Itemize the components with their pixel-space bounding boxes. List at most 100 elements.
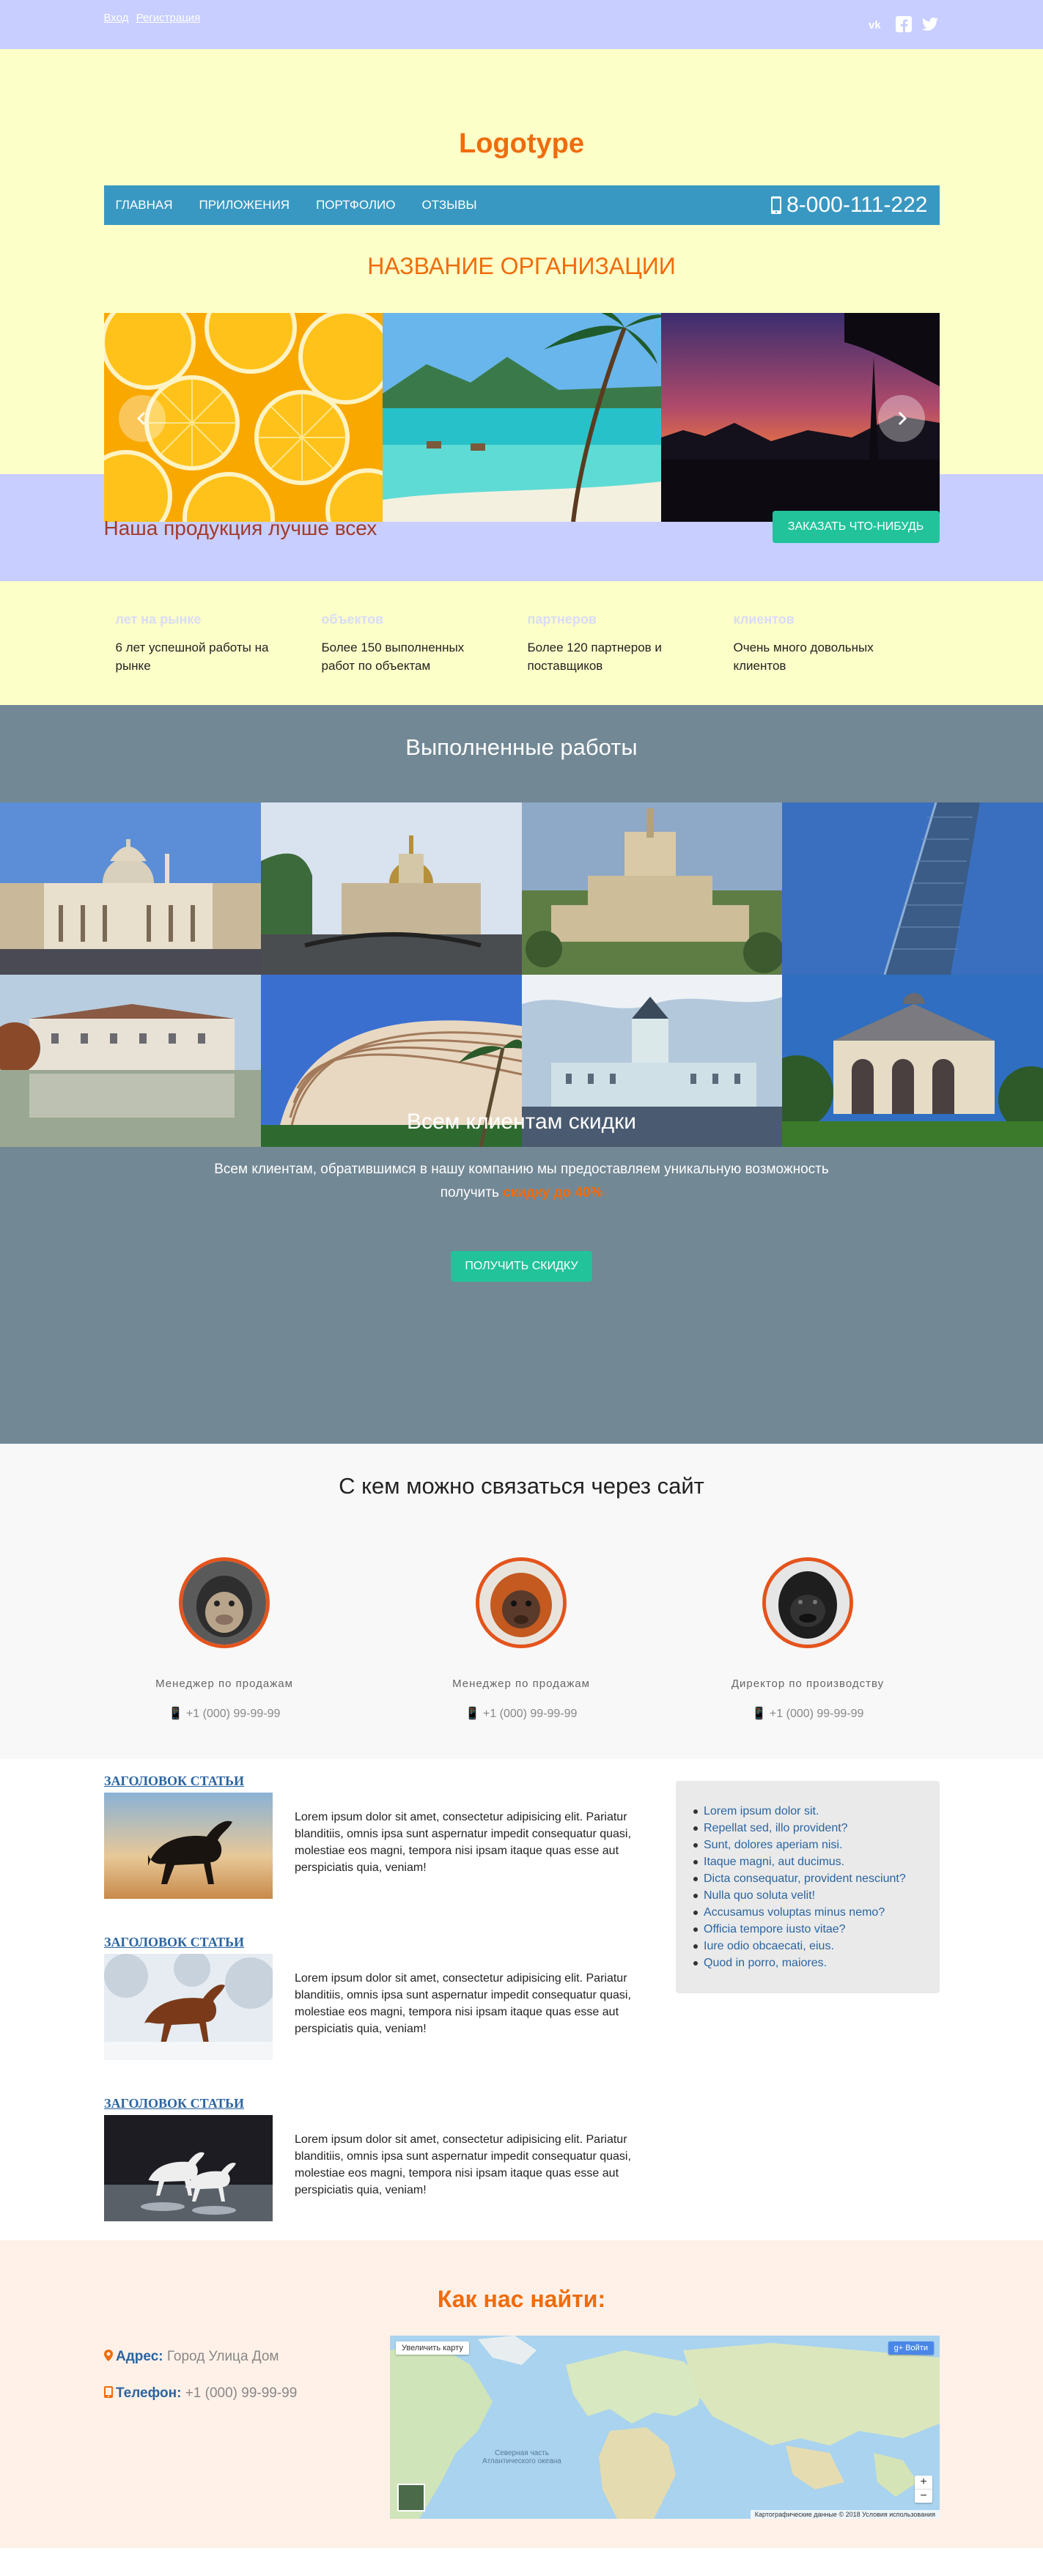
map-login-label: Войти <box>905 2344 928 2352</box>
facebook-icon[interactable] <box>894 15 913 34</box>
nav-item-portfolio[interactable]: ПОРТФОЛИО <box>303 185 408 225</box>
contact-role: Менеджер по продажам <box>155 1678 293 1690</box>
article-image[interactable] <box>104 1954 273 2060</box>
chevron-left-icon <box>136 411 145 426</box>
avatar <box>179 1557 270 1648</box>
contact-card: Менеджер по продажам 📱 +1 (000) 99-99-99 <box>378 1557 664 1721</box>
location-title: Как нас найти: <box>437 2286 606 2312</box>
enlarge-map-button[interactable]: Увеличить карту <box>396 2341 469 2355</box>
sidebar-link[interactable]: Lorem ipsum dolor sit. <box>693 1803 940 1820</box>
sidebar-link[interactable]: Sunt, dolores aperiam nisi. <box>693 1837 940 1853</box>
article-image[interactable] <box>104 1793 273 1899</box>
main-nav: ГЛАВНАЯ ПРИЛОЖЕНИЯ ПОРТФОЛИО ОТЗЫВЫ 8-00… <box>103 185 940 225</box>
contacts-section: С кем можно связаться через сайт Менедже… <box>0 1444 1043 1759</box>
contact-phone-number: +1 (000) 99-99-99 <box>185 1708 281 1720</box>
sidebar-link-list: Lorem ipsum dolor sit. Repellat sed, ill… <box>693 1803 940 1971</box>
stats-section: лет на рынке 6 лет успешной работы на ры… <box>0 581 1043 705</box>
stat-description: Очень много довольных клиентов <box>733 641 874 673</box>
get-discount-button[interactable]: ПОЛУЧИТЬ СКИДКУ <box>451 1251 592 1282</box>
stat-label: партнеров <box>527 612 597 627</box>
article-title[interactable]: ЗАГОЛОВОК СТАТЬИ <box>104 2096 646 2111</box>
stat-description: Более 120 партнеров и поставщиков <box>527 641 662 673</box>
article: ЗАГОЛОВОК СТАТЬИ Lorem ipsum dolor sit a… <box>104 1774 646 1899</box>
map-ocean-label: Северная часть Атлантического океана <box>482 2449 561 2465</box>
contact-phone[interactable]: 📱 +1 (000) 99-99-99 <box>378 1706 664 1721</box>
map-footer: Картографические данные © 2018 Условия и… <box>750 2510 940 2519</box>
sidebar-link[interactable]: Accusamus voluptas minus nemo? <box>693 1904 940 1921</box>
sidebar-link[interactable]: Nulla quo soluta velit! <box>693 1887 940 1904</box>
stat-label: лет на рынке <box>115 612 202 627</box>
article-title[interactable]: ЗАГОЛОВОК СТАТЬИ <box>104 1935 646 1950</box>
address-label: Адрес: <box>116 2349 163 2364</box>
avatar <box>476 1557 567 1648</box>
articles-section: ЗАГОЛОВОК СТАТЬИ Lorem ipsum dolor sit a… <box>0 1759 1043 2240</box>
gallery-image[interactable] <box>260 802 522 975</box>
login-link[interactable]: Вход <box>104 12 129 24</box>
contact-phone[interactable]: 📱 +1 (000) 99-99-99 <box>665 1706 951 1721</box>
register-link[interactable]: Регистрация <box>136 12 201 24</box>
zoom-in-button[interactable]: + <box>915 2476 932 2489</box>
works-section: Выполненные работы Всем клиентам скидки … <box>0 705 1043 1444</box>
organization-name: НАЗВАНИЕ ОРГАНИЗАЦИИ <box>367 253 676 279</box>
gallery-image[interactable] <box>521 802 783 975</box>
contact-role: Директор по производству <box>731 1678 885 1690</box>
slider-prev-button[interactable] <box>118 395 166 442</box>
stat-clients: клиентов Очень много довольных клиентов <box>734 581 940 705</box>
nav-item-home[interactable]: ГЛАВНАЯ <box>104 185 186 225</box>
slider-next-button[interactable] <box>877 395 925 442</box>
article-image[interactable] <box>104 2115 273 2221</box>
map-login-button[interactable]: g+ Войти <box>888 2341 934 2355</box>
sidebar-link[interactable]: Repellat sed, illo provident? <box>693 1820 940 1837</box>
contact-card: Директор по производству 📱 +1 (000) 99-9… <box>665 1557 951 1721</box>
avatar <box>762 1557 853 1648</box>
map-satellite-toggle[interactable] <box>397 2484 425 2512</box>
sidebar-links: Lorem ipsum dolor sit. Repellat sed, ill… <box>676 1781 940 1993</box>
article: ЗАГОЛОВОК СТАТЬИ Lorem ipsum dolor sit a… <box>104 1935 646 2060</box>
top-bar: Вход Регистрация vk <box>0 0 1043 49</box>
nav-item-reviews[interactable]: ОТЗЫВЫ <box>408 185 490 225</box>
stat-years: лет на рынке 6 лет успешной работы на ры… <box>116 581 322 705</box>
works-title: Выполненные работы <box>405 734 638 760</box>
sidebar-link[interactable]: Itaque magni, aut ducimus. <box>693 1853 940 1870</box>
header-phone[interactable]: 8-000-111-222 <box>770 185 928 225</box>
order-button[interactable]: ЗАКАЗАТЬ ЧТО-НИБУДЬ <box>772 511 940 543</box>
phone-label: Телефон: <box>116 2385 182 2401</box>
gallery-image[interactable] <box>0 802 261 975</box>
article-title[interactable]: ЗАГОЛОВОК СТАТЬИ <box>104 1774 646 1789</box>
contact-card: Менеджер по продажам 📱 +1 (000) 99-99-99 <box>81 1557 367 1721</box>
gallery-image[interactable] <box>782 802 1043 975</box>
phone-value[interactable]: +1 (000) 99-99-99 <box>185 2385 298 2401</box>
stat-description: 6 лет успешной работы на рынке <box>115 641 269 673</box>
address-value: Город Улица Дом <box>166 2349 279 2364</box>
location-section: Как нас найти: Адрес: Город Улица Дом Те… <box>0 2240 1043 2548</box>
vk-icon[interactable]: vk <box>868 15 887 34</box>
article-text: Lorem ipsum dolor sit amet, consectetur … <box>295 1972 631 2035</box>
sidebar-link[interactable]: Dicta consequatur, provident nesciunt? <box>693 1870 940 1887</box>
nav-item-apps[interactable]: ПРИЛОЖЕНИЯ <box>185 185 303 225</box>
stat-partners: партнеров Более 120 партнеров и поставщи… <box>528 581 734 705</box>
google-map[interactable]: Увеличить карту g+ Войти Северная часть … <box>390 2336 940 2519</box>
mobile-phone-icon <box>771 196 782 214</box>
discount-title: Всем клиентам скидки <box>407 1110 636 1134</box>
map-marker-icon <box>104 2350 113 2361</box>
auth-links: Вход Регистрация <box>104 12 205 24</box>
article-text: Lorem ipsum dolor sit amet, consectetur … <box>295 1811 631 1874</box>
contact-phone-number: +1 (000) 99-99-99 <box>482 1708 578 1720</box>
stat-label: клиентов <box>733 612 795 627</box>
discount-text: Всем клиентам, обратившимся в нашу компа… <box>183 1158 860 1205</box>
twitter-icon[interactable] <box>921 15 940 34</box>
contact-phone[interactable]: 📱 +1 (000) 99-99-99 <box>81 1706 367 1721</box>
sidebar-link[interactable]: Iure odio obcaecati, eius. <box>693 1938 940 1955</box>
contacts-title: С кем можно связаться через сайт <box>339 1473 704 1499</box>
header-phone-number: 8-000-111-222 <box>786 193 928 217</box>
logo[interactable]: Logotype <box>104 128 940 160</box>
works-gallery <box>0 802 1043 1147</box>
discount-highlight: скидку до 40% <box>503 1185 603 1200</box>
stat-description: Более 150 выполненных работ по объектам <box>321 641 465 673</box>
zoom-out-button[interactable]: − <box>915 2489 932 2503</box>
map-zoom-controls: + − <box>915 2476 932 2503</box>
cta-text: Наша продукция лучше всех <box>103 517 377 539</box>
sidebar-link[interactable]: Quod in porro, maiores. <box>693 1955 940 1971</box>
svg-text:vk: vk <box>869 19 881 32</box>
sidebar-link[interactable]: Officia tempore iusto vitae? <box>693 1921 940 1938</box>
